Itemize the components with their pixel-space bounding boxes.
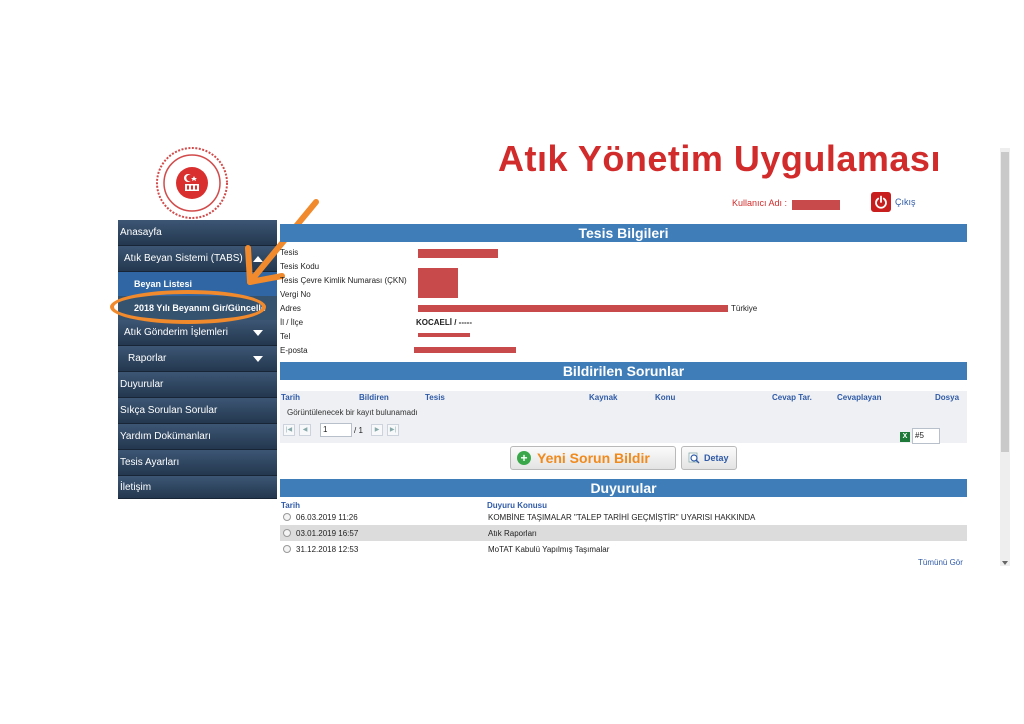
row-radio[interactable]: [283, 545, 291, 553]
scrollbar-thumb[interactable]: [1001, 152, 1009, 452]
section-title-duyurular: Duyurular: [280, 479, 967, 497]
announcement-row[interactable]: 06.03.2019 11:26 KOMBİNE TAŞIMALAR "TALE…: [280, 509, 967, 525]
label-tesis: Tesis: [280, 248, 299, 257]
sidebar-item-label: Beyan Listesi: [134, 279, 193, 289]
power-icon: [875, 195, 887, 209]
row-radio[interactable]: [283, 529, 291, 537]
label-ckn: Tesis Çevre Kimlik Numarası (ÇKN): [280, 276, 407, 285]
label-il: İl / İlçe: [280, 318, 304, 327]
plus-icon: +: [517, 451, 531, 465]
ministry-logo: [152, 146, 232, 220]
announcement-date: 06.03.2019 11:26: [296, 513, 358, 522]
column-header[interactable]: Bildiren: [359, 393, 389, 402]
country-value: Türkiye: [731, 304, 758, 313]
sidebar-item-raporlar[interactable]: Raporlar: [118, 346, 277, 372]
sidebar-item-sss[interactable]: Sıkça Sorulan Sorular: [118, 398, 277, 424]
sidebar-item-duyurular[interactable]: Duyurular: [118, 372, 277, 398]
scroll-down-icon[interactable]: [1002, 561, 1008, 565]
sidebar-item-label: İletişim: [120, 481, 152, 493]
empty-message: Görüntülenecek bir kayıt bulunamadı: [287, 408, 418, 417]
column-header[interactable]: Kaynak: [589, 393, 617, 402]
page-total: / 1: [354, 426, 363, 435]
sidebar-item-label: Atık Gönderim İşlemleri: [124, 327, 228, 338]
announcement-date: 31.12.2018 12:53: [296, 545, 359, 554]
sidebar-item-label: Duyurular: [120, 379, 164, 390]
new-issue-label: Yeni Sorun Bildir: [537, 450, 650, 466]
column-header[interactable]: Cevap Tar.: [772, 393, 812, 402]
announcement-row[interactable]: 31.12.2018 12:53 MoTAT Kabulü Yapılmış T…: [280, 541, 967, 557]
magnifier-icon: [688, 452, 700, 464]
column-header[interactable]: Cevaplayan: [837, 393, 881, 402]
chevron-down-icon: [253, 355, 263, 362]
sidebar-item-label: Yardım Dokümanları: [120, 431, 211, 442]
redacted-eposta: [414, 347, 516, 353]
page-scrollbar[interactable]: [1000, 148, 1010, 566]
sidebar-item-label: Atık Beyan Sistemi (TABS): [124, 253, 243, 264]
logout-button[interactable]: [871, 192, 891, 212]
sidebar-item-label: Raporlar: [128, 353, 167, 364]
sidebar-item-label: Anasayfa: [120, 227, 162, 238]
app-title: Atık Yönetim Uygulaması: [498, 138, 941, 179]
sidebar-item-iletisim[interactable]: İletişim: [118, 476, 277, 499]
chevron-down-icon: [253, 329, 263, 336]
sidebar-nav: Anasayfa Atık Beyan Sistemi (TABS) Beyan…: [118, 220, 277, 499]
page-size-value: 5: [919, 431, 924, 440]
detail-label: Detay: [704, 453, 729, 463]
new-issue-button[interactable]: + Yeni Sorun Bildir: [510, 446, 676, 470]
announcement-subject: Atık Raporları: [488, 529, 537, 538]
label-tesis-kodu: Tesis Kodu: [280, 262, 320, 271]
pager-prev-icon[interactable]: ◀: [299, 424, 311, 436]
username-redacted: [792, 200, 840, 210]
announcement-subject: MoTAT Kabulü Yapılmış Taşımalar: [488, 545, 610, 554]
label-eposta: E-posta: [280, 346, 308, 355]
sidebar-item-beyan-gir[interactable]: 2018 Yılı Beyanını Gir/Güncelle: [118, 296, 277, 320]
sidebar-item-label: 2018 Yılı Beyanını Gir/Güncelle: [134, 303, 266, 313]
row-radio[interactable]: [283, 513, 291, 521]
label-tel: Tel: [280, 332, 291, 341]
column-header[interactable]: Konu: [655, 393, 675, 402]
excel-export-icon[interactable]: X: [900, 432, 910, 442]
column-header[interactable]: Tesis: [425, 393, 445, 402]
pager-last-icon[interactable]: ▶|: [387, 424, 399, 436]
logout-link[interactable]: Çıkış: [895, 197, 916, 207]
sidebar-item-beyan-listesi[interactable]: Beyan Listesi: [118, 272, 277, 296]
chevron-up-icon: [253, 255, 263, 262]
page-size-input[interactable]: #5: [912, 428, 940, 444]
section-title-sorunlar: Bildirilen Sorunlar: [280, 362, 967, 380]
redacted-adres: [418, 305, 728, 312]
pager-first-icon[interactable]: |◀: [283, 424, 295, 436]
redacted-tesis: [418, 249, 498, 258]
label-vergi-no: Vergi No: [280, 290, 311, 299]
sidebar-item-tesis-ayarlari[interactable]: Tesis Ayarları: [118, 450, 277, 476]
announcement-date: 03.01.2019 16:57: [296, 529, 359, 538]
see-all-link[interactable]: Tümünü Gör: [918, 558, 963, 567]
username-label: Kullanıcı Adı :: [732, 198, 788, 208]
announcement-subject: KOMBİNE TAŞIMALAR "TALEP TARİHİ GEÇMİŞTİ…: [488, 513, 756, 522]
page-number-input[interactable]: 1: [320, 423, 352, 437]
sidebar-item-atik-gonderim[interactable]: Atık Gönderim İşlemleri: [118, 320, 277, 346]
sidebar-item-yardim[interactable]: Yardım Dokümanları: [118, 424, 277, 450]
sidebar-item-label: Sıkça Sorulan Sorular: [120, 405, 218, 416]
label-adres: Adres: [280, 304, 301, 313]
column-header[interactable]: Tarih: [281, 393, 300, 402]
redacted-tel: [418, 333, 470, 337]
il-value: KOCAELİ / -----: [416, 318, 472, 327]
section-title-tesis: Tesis Bilgileri: [280, 224, 967, 242]
redacted-ckn: [418, 268, 458, 298]
sidebar-item-anasayfa[interactable]: Anasayfa: [118, 220, 277, 246]
sidebar-item-label: Tesis Ayarları: [120, 457, 180, 468]
detail-button[interactable]: Detay: [681, 446, 737, 470]
column-header[interactable]: Dosya: [935, 393, 959, 402]
sidebar-item-tabs[interactable]: Atık Beyan Sistemi (TABS): [118, 246, 277, 272]
pager-next-icon[interactable]: ▶: [371, 424, 383, 436]
announcement-row[interactable]: 03.01.2019 16:57 Atık Raporları: [280, 525, 967, 541]
